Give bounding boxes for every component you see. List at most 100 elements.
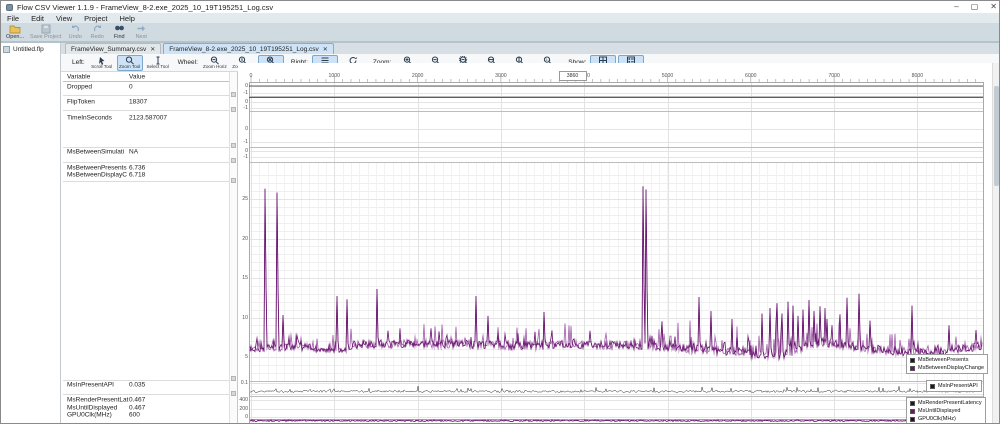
scroll-tool-icon xyxy=(97,56,107,64)
tab-label: FrameView_8-2.exe_2025_10_19T195251_Log.… xyxy=(169,46,319,53)
scroll-tool-button[interactable]: Scroll Tool xyxy=(89,55,115,71)
legend-main: MsBetweenPresents MsBetweenDisplayChange xyxy=(906,354,988,374)
chart-panel[interactable]: 01000200030004000500060007000800038600-1… xyxy=(238,63,994,424)
ruler-cursor-readout: 3860 xyxy=(559,71,587,81)
variable-name: MsBetweenDisplayC xyxy=(67,172,127,179)
variable-name: GPU0Clk(MHz) xyxy=(67,412,112,419)
y-axis-label: 0.1 xyxy=(241,380,248,386)
select-tool-button[interactable]: Select Tool xyxy=(145,55,171,71)
chart-canvas[interactable] xyxy=(238,63,994,424)
zoom-tool-button[interactable]: Zoom Tool xyxy=(117,55,143,71)
tab-close-icon[interactable]: ✕ xyxy=(323,46,328,53)
y-axis-label: -1 xyxy=(243,139,248,145)
table-separator xyxy=(63,181,229,182)
y-axis-label: 20 xyxy=(242,236,248,242)
ruler-tick-label: 7000 xyxy=(828,73,840,79)
table-gutter xyxy=(229,72,237,424)
open-folder-icon xyxy=(9,24,21,33)
variable-name: MsInPresentAPI xyxy=(67,382,114,389)
app-icon xyxy=(6,4,13,11)
table-separator xyxy=(63,95,229,96)
zoom-tool-icon xyxy=(125,56,135,64)
ruler-tick-label: 1000 xyxy=(329,73,341,79)
find-button[interactable]: Find xyxy=(108,23,130,40)
ruler-tick-label: 3000 xyxy=(495,73,507,79)
row-resize-handle[interactable] xyxy=(231,107,236,112)
minimize-button[interactable]: – xyxy=(954,2,958,12)
legend-swatch xyxy=(910,366,915,371)
menu-item-edit[interactable]: Edit xyxy=(25,14,50,23)
row-resize-handle[interactable] xyxy=(231,178,236,183)
variable-value: NA xyxy=(129,149,138,156)
row-resize-handle[interactable] xyxy=(231,158,236,163)
y-axis-label: 0 xyxy=(245,126,248,132)
ribbon-button-label: Scroll Tool xyxy=(91,64,112,69)
variables-table: VariableValueDropped0FlipToken18307TimeI… xyxy=(61,72,238,424)
ribbon-group-left: Left:Scroll ToolZoom ToolSelect Tool xyxy=(66,55,172,71)
ribbon-group-label: Wheel: xyxy=(178,59,198,66)
variable-name: Dropped xyxy=(67,84,92,91)
ruler-tick-label: 5000 xyxy=(662,73,674,79)
menu-item-project[interactable]: Project xyxy=(78,14,113,23)
select-tool-icon xyxy=(153,56,163,64)
tab-close-icon[interactable]: ✕ xyxy=(150,46,155,53)
legend-msinpresentapi: MsInPresentAPI xyxy=(926,380,982,392)
y-axis-label: 200 xyxy=(239,406,248,412)
variable-name: MsBetweenSimulati xyxy=(67,149,124,156)
variable-value: 600 xyxy=(129,412,140,419)
variable-name: TimeInSeconds xyxy=(67,115,112,122)
row-resize-handle[interactable] xyxy=(231,391,236,396)
legend-swatch xyxy=(910,417,915,422)
legend-label: MsInPresentAPI xyxy=(938,383,978,389)
variable-value: 6.736 xyxy=(129,165,145,172)
variable-value: 0.035 xyxy=(129,382,145,389)
open--button[interactable]: Open... xyxy=(3,23,27,40)
legend-entry: MsBetweenDisplayChange xyxy=(910,365,984,371)
variable-value: 2123.587007 xyxy=(129,115,167,122)
variable-value: 6.718 xyxy=(129,172,145,179)
legend-entry: MsUntilDisplayed xyxy=(910,408,982,414)
variable-name: MsUntilDisplayed xyxy=(67,405,117,412)
next-button: Next xyxy=(130,23,152,40)
menu-item-view[interactable]: View xyxy=(50,14,78,23)
main-toolbar: Open...Save ProjectUndoRedoFindNext xyxy=(1,23,1000,42)
project-file-icon xyxy=(3,46,10,53)
y-axis-label: 0 xyxy=(245,414,248,420)
y-axis-label: 400 xyxy=(239,397,248,403)
find-icon xyxy=(114,24,125,33)
scrollbar-thumb[interactable] xyxy=(994,86,999,186)
variable-value: 0.467 xyxy=(129,405,145,412)
ruler-tick-label: 8000 xyxy=(912,73,924,79)
legend-swatch xyxy=(910,401,915,406)
table-header-value: Value xyxy=(129,74,145,81)
tab-frameview-log[interactable]: FrameView_8-2.exe_2025_10_19T195251_Log.… xyxy=(163,43,334,54)
toolbar-button-label: Find xyxy=(114,34,125,40)
menu-item-file[interactable]: File xyxy=(1,14,25,23)
ruler-tick-label: 6000 xyxy=(745,73,757,79)
app-window: Flow CSV Viewer 1.1.9 - FrameView_8-2.ex… xyxy=(0,0,1000,424)
legend-entry: MsInPresentAPI xyxy=(930,383,978,389)
undo-button: Undo xyxy=(64,23,86,40)
legend-entry: MsRenderPresentLatency xyxy=(910,400,982,406)
toolbar-button-label: Save Project xyxy=(30,34,61,40)
sidebar-item-untitled-flp[interactable]: Untitled.flp xyxy=(1,43,60,56)
tab-frameview-summary[interactable]: FrameView_Summary.csv✕ xyxy=(65,43,161,54)
vertical-scrollbar[interactable] xyxy=(992,63,999,424)
y-axis-label: 25 xyxy=(242,196,248,202)
ruler-tick-label: 2000 xyxy=(412,73,424,79)
table-separator xyxy=(63,380,229,381)
close-button[interactable]: ✕ xyxy=(990,2,997,12)
legend-bottom: MsRenderPresentLatencyMsUntilDisplayedGP… xyxy=(906,397,986,424)
menu-item-help[interactable]: Help xyxy=(114,14,141,23)
row-resize-handle[interactable] xyxy=(231,92,236,97)
legend-entry: MsBetweenPresents xyxy=(910,357,984,363)
y-axis-label: -1 xyxy=(243,90,248,96)
undo-icon xyxy=(70,24,81,33)
table-separator xyxy=(63,81,229,82)
zoom-horiz-button[interactable]: Zoom Horiz xyxy=(202,55,228,71)
maximize-button[interactable]: ▢ xyxy=(971,2,979,12)
legend-label: MsUntilDisplayed xyxy=(918,408,961,414)
zoom-horiz-icon xyxy=(210,56,220,64)
row-resize-handle[interactable] xyxy=(231,143,236,148)
row-resize-handle[interactable] xyxy=(231,376,236,381)
